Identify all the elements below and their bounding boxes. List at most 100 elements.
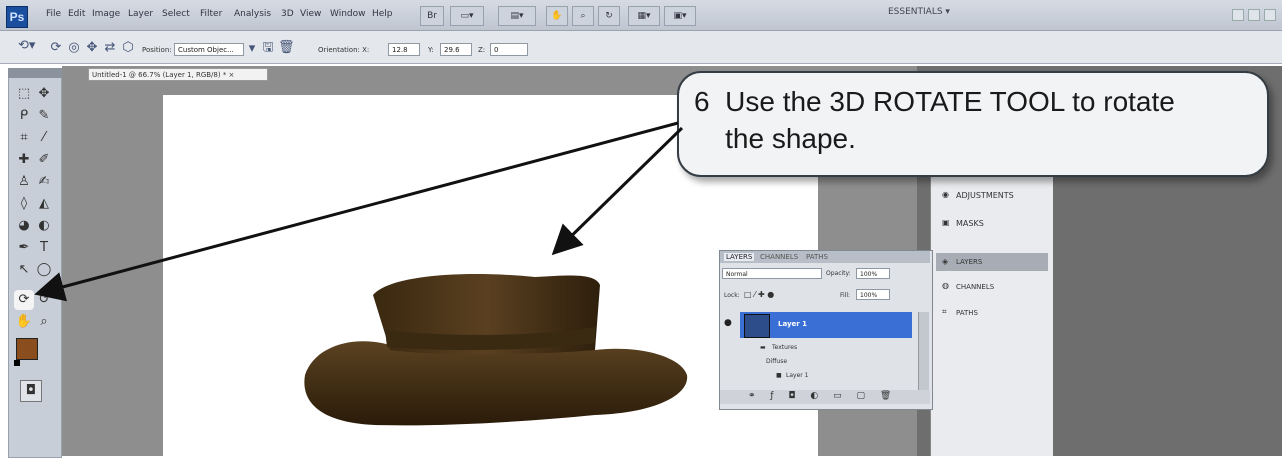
sublayer-label[interactable]: Layer 1 xyxy=(786,372,808,379)
layer-footer-icons[interactable]: ⚭ ƒ ◘ ◐ ▭ ▢ 🗑 xyxy=(748,391,897,401)
minimize-icon[interactable] xyxy=(1232,9,1244,21)
path-select-tool-icon[interactable]: ↖ xyxy=(14,260,34,280)
menu-help[interactable]: Help xyxy=(372,9,393,19)
marquee-tool-icon[interactable]: ⬚ xyxy=(14,84,34,104)
menu-analysis[interactable]: Analysis xyxy=(234,9,271,19)
hand-tool-icon[interactable]: ✋ xyxy=(14,312,34,332)
masks-panel-button[interactable]: MASKS xyxy=(956,219,984,228)
diffuse-label[interactable]: Diffuse xyxy=(766,358,787,365)
arrange-icon[interactable]: ▦▾ xyxy=(628,6,660,26)
opacity-label: Opacity: xyxy=(826,270,851,277)
quick-select-tool-icon[interactable]: ✎ xyxy=(34,106,54,126)
3d-rotate-tool-icon[interactable]: ⟳ xyxy=(14,290,34,310)
y-field[interactable]: 29.6 xyxy=(440,43,472,56)
hat-3d-object[interactable] xyxy=(295,255,695,435)
channels-panel-button[interactable]: CHANNELS xyxy=(956,283,994,291)
roll-3d-icon[interactable]: ◎ xyxy=(66,40,82,56)
delete-position-icon[interactable]: 🗑 xyxy=(278,40,295,56)
blend-mode-select[interactable]: Normal xyxy=(722,268,822,279)
orientation-label: Orientation: X: xyxy=(318,46,370,54)
screen-icon[interactable]: ▣▾ xyxy=(664,6,696,26)
layers-icon[interactable]: ◈ xyxy=(942,257,948,266)
paths-icon[interactable]: ⌗ xyxy=(942,307,947,317)
position-dropdown-icon[interactable]: ▾ xyxy=(246,41,258,57)
menu-layer[interactable]: Layer xyxy=(128,9,153,19)
save-position-icon[interactable]: 🖫 xyxy=(260,40,276,56)
paths-tab[interactable]: PATHS xyxy=(806,253,828,261)
opacity-field[interactable]: 100% xyxy=(856,268,890,279)
type-tool-icon[interactable]: T xyxy=(34,238,54,258)
x-field[interactable]: 12.8 xyxy=(388,43,420,56)
adjustments-icon[interactable]: ◉ xyxy=(942,190,949,199)
lasso-tool-icon[interactable]: ᑭ xyxy=(14,106,34,126)
zoom-icon[interactable]: ⌕ xyxy=(572,6,594,26)
menu-window[interactable]: Window xyxy=(330,9,366,19)
z-field[interactable]: 0 xyxy=(490,43,528,56)
callout-line-1: 6 Use the 3D ROTATE TOOL to rotate xyxy=(694,86,1175,117)
menu-image[interactable]: Image xyxy=(92,9,120,19)
fill-label: Fill: xyxy=(840,292,851,299)
tools-panel-header[interactable] xyxy=(8,68,62,78)
lock-label: Lock: xyxy=(724,292,740,299)
masks-icon[interactable]: ▣ xyxy=(942,218,950,227)
crop-tool-icon[interactable]: ⌗ xyxy=(14,128,34,148)
zoom-tool-icon[interactable]: ⌕ xyxy=(34,312,54,332)
menu-3d[interactable]: 3D xyxy=(281,9,294,19)
hand-icon[interactable]: ✋ xyxy=(546,6,568,26)
brush-tool-icon[interactable]: ✐ xyxy=(34,150,54,170)
move-tool-icon[interactable]: ✥ xyxy=(34,84,54,104)
layers-tab[interactable]: LAYERS xyxy=(724,253,755,261)
blur-tool-icon[interactable]: ◕ xyxy=(14,216,34,236)
menu-edit[interactable]: Edit xyxy=(68,9,85,19)
pen-tool-icon[interactable]: ✒ xyxy=(14,238,34,258)
rotate-view-icon[interactable]: ↻ xyxy=(598,6,620,26)
maximize-icon[interactable] xyxy=(1248,9,1260,21)
layer-name[interactable]: Layer 1 xyxy=(778,320,807,328)
quick-mask-icon[interactable]: ◘ xyxy=(20,380,42,402)
bridge-icon[interactable]: Br xyxy=(420,6,444,26)
channels-tab[interactable]: CHANNELS xyxy=(760,253,798,261)
lock-icons[interactable]: □ ⁄ ✚ ● xyxy=(744,290,774,299)
workspace-switcher[interactable]: ESSENTIALS ▾ xyxy=(888,7,950,17)
screen-mode-icon[interactable]: ▭▾ xyxy=(450,6,484,26)
default-colors-icon[interactable] xyxy=(14,360,20,366)
slide-3d-icon[interactable]: ⇄ xyxy=(102,40,118,56)
channels-icon[interactable]: ◍ xyxy=(942,281,949,290)
menu-view[interactable]: View xyxy=(300,9,321,19)
eraser-tool-icon[interactable]: ◊ xyxy=(14,194,34,214)
adjustments-panel-button[interactable]: ADJUSTMENTS xyxy=(956,191,1014,200)
layers-panel-button[interactable]: LAYERS xyxy=(956,258,982,266)
position-select[interactable]: Custom Objec... xyxy=(174,43,244,56)
clone-tool-icon[interactable]: ♙ xyxy=(14,172,34,192)
3d-camera-tool-icon[interactable]: ↺ xyxy=(34,290,54,310)
textures-label[interactable]: Textures xyxy=(772,344,797,351)
photoshop-logo[interactable]: Ps xyxy=(6,6,28,28)
menu-select[interactable]: Select xyxy=(162,9,190,19)
document-tab[interactable]: Untitled-1 @ 66.7% (Layer 1, RGB/8) * × xyxy=(88,68,268,81)
tool-preset-icon[interactable]: ⟲▾ xyxy=(18,38,35,54)
scale-3d-icon[interactable]: ⬡ xyxy=(120,40,136,56)
sublayer-icon: ■ xyxy=(776,372,782,379)
position-label: Position: xyxy=(142,46,172,54)
drag-3d-icon[interactable]: ✥ xyxy=(84,40,100,56)
gradient-tool-icon[interactable]: ◭ xyxy=(34,194,54,214)
layers-panel-button-bg xyxy=(936,253,1048,271)
visibility-eye-icon[interactable]: ● xyxy=(724,318,732,328)
extras-icon[interactable]: ▤▾ xyxy=(498,6,536,26)
menu-filter[interactable]: Filter xyxy=(200,9,222,19)
healing-tool-icon[interactable]: ✚ xyxy=(14,150,34,170)
menu-file[interactable]: File xyxy=(46,9,61,19)
shape-tool-icon[interactable]: ◯ xyxy=(34,260,54,280)
close-icon[interactable] xyxy=(1264,9,1276,21)
foreground-color-swatch[interactable] xyxy=(16,338,38,360)
rotate-3d-icon[interactable]: ⟳ xyxy=(48,40,64,56)
z-label: Z: xyxy=(478,46,486,54)
layers-scrollbar[interactable] xyxy=(918,312,929,390)
history-brush-tool-icon[interactable]: ✍ xyxy=(34,172,54,192)
eyedropper-tool-icon[interactable]: ⁄ xyxy=(34,128,54,148)
textures-icon: ▬ xyxy=(760,344,766,351)
paths-panel-button[interactable]: PATHS xyxy=(956,309,978,317)
dodge-tool-icon[interactable]: ◐ xyxy=(34,216,54,236)
layer-thumbnail xyxy=(744,314,770,338)
fill-field[interactable]: 100% xyxy=(856,289,890,300)
